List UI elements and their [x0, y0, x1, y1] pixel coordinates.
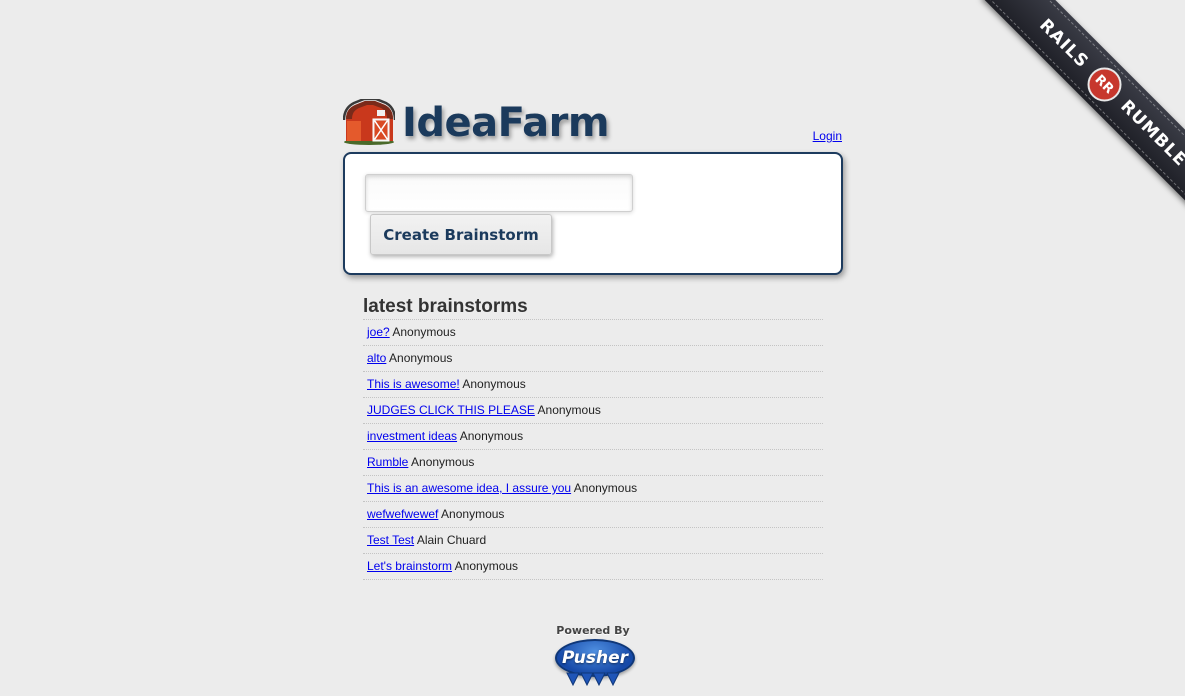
powered-by-pusher-badge[interactable]: Powered By Pusher [553, 622, 635, 692]
brainstorm-link[interactable]: Rumble [367, 455, 408, 469]
list-item: alto Anonymous [363, 346, 823, 372]
list-item: This is awesome! Anonymous [363, 372, 823, 398]
powered-by-label: Powered By [556, 624, 630, 637]
brainstorm-link[interactable]: JUDGES CLICK THIS PLEASE [367, 403, 535, 417]
pusher-arrows-icon [566, 672, 620, 687]
brainstorm-link[interactable]: investment ideas [367, 429, 457, 443]
brainstorm-author: Anonymous [389, 351, 453, 365]
pusher-label: Pusher [561, 648, 629, 668]
ribbon-band: RAILS RR RUMBLE [982, 0, 1185, 224]
brainstorm-author: Anonymous [441, 507, 505, 521]
brainstorm-title-input[interactable] [365, 174, 633, 212]
page: RAILS RR RUMBLE IdeaFarm Login Create Br… [0, 0, 1185, 696]
login-link[interactable]: Login [813, 129, 842, 143]
brainstorm-author: Anonymous [392, 325, 456, 339]
ribbon-right-text: RUMBLE [1116, 96, 1185, 171]
brainstorm-link[interactable]: wefwefwewef [367, 507, 438, 521]
ribbon-left-text: RAILS [1035, 15, 1093, 73]
list-item: investment ideas Anonymous [363, 424, 823, 450]
header: IdeaFarm Login [343, 96, 843, 152]
barn-icon [343, 99, 395, 145]
list-item: joe? Anonymous [363, 320, 823, 346]
rails-rumble-ribbon[interactable]: RAILS RR RUMBLE [955, 0, 1185, 230]
brainstorm-link[interactable]: Let's brainstorm [367, 559, 452, 573]
list-item: Rumble Anonymous [363, 450, 823, 476]
brainstorm-author: Anonymous [462, 377, 526, 391]
latest-brainstorms-section: latest brainstorms joe? Anonymous alto A… [363, 295, 823, 580]
brainstorm-author: Anonymous [411, 455, 475, 469]
brainstorm-author: Anonymous [573, 481, 638, 495]
brainstorm-link[interactable]: alto [367, 351, 386, 365]
list-item: wefwefwewef Anonymous [363, 502, 823, 528]
create-brainstorm-panel: Create Brainstorm [343, 152, 843, 275]
app-logo-text[interactable]: IdeaFarm [402, 100, 610, 146]
create-brainstorm-button[interactable]: Create Brainstorm [370, 214, 552, 255]
list-item: This is an awesome idea, I assure you An… [363, 476, 823, 502]
brainstorm-link[interactable]: This is awesome! [367, 377, 460, 391]
brainstorm-link[interactable]: joe? [367, 325, 390, 339]
latest-brainstorms-list: joe? Anonymous alto Anonymous This is aw… [363, 320, 823, 580]
list-item: Let's brainstorm Anonymous [363, 554, 823, 580]
brainstorm-link[interactable]: Test Test [367, 533, 414, 547]
latest-brainstorms-heading: latest brainstorms [363, 295, 823, 320]
brainstorm-author: Anonymous [459, 429, 524, 443]
brainstorm-author: Alain Chuard [416, 533, 487, 547]
list-item: JUDGES CLICK THIS PLEASE Anonymous [363, 398, 823, 424]
brainstorm-link[interactable]: This is an awesome idea, I assure you [367, 481, 571, 495]
list-item: Test Test Alain Chuard [363, 528, 823, 554]
brainstorm-author: Anonymous [537, 403, 601, 417]
brainstorm-author: Anonymous [454, 559, 519, 573]
rails-rumble-logo-icon: RR [1080, 60, 1129, 109]
